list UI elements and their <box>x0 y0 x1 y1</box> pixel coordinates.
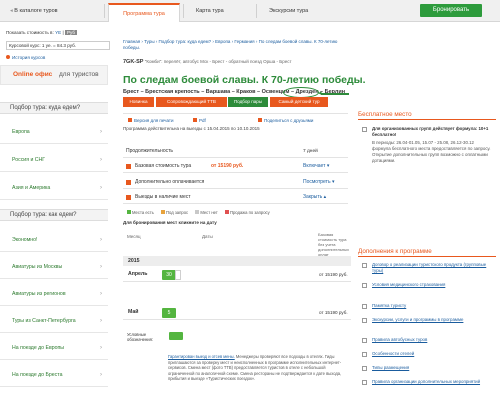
arrow-left-icon <box>321 93 349 95</box>
chevron-right-icon: › <box>100 291 102 297</box>
availability-checkbox[interactable] <box>126 195 131 200</box>
sidebar-item-air-regions[interactable]: Авиатуры из регионов › <box>0 282 108 306</box>
table-row: Май 5 от 15190 руб. <box>123 306 351 320</box>
availability-row[interactable]: Выезды в наличие мест Закрыть ▴ <box>123 191 348 204</box>
section-how-heading: Подбор тура: как едем? <box>0 209 108 221</box>
rate-display: Курсовой курс: 1 уе. = 84.3 руб. <box>6 41 110 50</box>
breadcrumb[interactable]: Главная › Туры › Подбор тура: куда едем?… <box>123 39 348 51</box>
sidebar-item-russia[interactable]: Россия и СНГ › <box>0 148 108 172</box>
currency-label: Показать стоимость в: YE | Руб <box>6 30 78 35</box>
chevron-right-icon: › <box>100 185 102 191</box>
share-link[interactable]: Поделиться с друзьями <box>258 118 313 123</box>
sidebar-item-europe[interactable]: Европа › <box>0 120 108 144</box>
online-office-banner[interactable]: Online офис для туристов <box>0 65 108 85</box>
sidebar-item-spb[interactable]: Туры из Санкт-Петербурга › <box>0 309 108 333</box>
sidebar-item-air-moscow[interactable]: Авиатуры из Москвы › <box>0 255 108 279</box>
tag-kids: Самый детский тур <box>270 97 328 107</box>
extra-checkbox[interactable] <box>362 380 367 385</box>
guarantee-block: Гарантирован выезд и отсев мены. Менедже… <box>168 354 342 381</box>
price-includes-link[interactable]: Включает ▾ <box>303 160 329 173</box>
print-version-link[interactable]: Версия для печати <box>128 118 174 123</box>
extra-checkbox[interactable] <box>362 283 367 288</box>
tag-new: Новинка <box>123 97 154 107</box>
badge-extension <box>175 270 181 280</box>
tab-map[interactable]: Карта тура <box>190 5 250 17</box>
history-link[interactable]: История курсов <box>6 55 45 60</box>
tab-excursions[interactable]: Экскурсии тура <box>263 5 333 17</box>
col-dates: Даты <box>202 234 213 239</box>
legend-caption: Условные обозначения: <box>127 332 154 342</box>
price-value: от 15190 руб. <box>211 163 244 169</box>
tab-program[interactable]: Программа тура <box>108 3 180 22</box>
back-to-catalog-link[interactable]: ◂ В каталоге туров <box>4 5 84 17</box>
guarantee-link[interactable]: Гарантирован выезд и отсев мены. <box>168 354 235 359</box>
extra-checkbox[interactable] <box>362 352 367 357</box>
extra-view-link[interactable]: Посмотреть ▾ <box>303 176 334 189</box>
tag-escort: Сопровождающий ТТВ <box>156 97 227 107</box>
section-where-heading: Подбор тура: куда едем? <box>0 102 108 114</box>
extra-checkbox[interactable] <box>362 338 367 343</box>
extras-heading: Дополнения к программе <box>358 248 496 257</box>
share-icon <box>258 118 262 122</box>
pdf-icon <box>193 118 197 122</box>
sidebar-item-train-europe[interactable]: На поезде до Европы › <box>0 336 108 360</box>
pdf-link[interactable]: Pdf <box>193 118 206 123</box>
sidebar-item-asia[interactable]: Азия и Америка › <box>0 176 108 200</box>
chevron-right-icon: › <box>100 372 102 378</box>
chevron-right-icon: › <box>100 129 102 135</box>
seats-note: Для бронирования мест кликните на дату <box>123 220 217 225</box>
currency-rub[interactable]: Руб <box>64 30 78 35</box>
chevron-right-icon: › <box>100 345 102 351</box>
history-icon <box>6 55 10 59</box>
print-icon <box>128 118 132 122</box>
col-base-price: Базовая стоимость тура без учета дополни… <box>318 232 350 257</box>
page-title: По следам боевой славы. К 70-летию побед… <box>123 74 366 86</box>
sidebar-item-train-brest[interactable]: На поезде до Бреста › <box>0 363 108 387</box>
year-row: 2015 <box>123 256 351 266</box>
chevron-right-icon: › <box>100 318 102 324</box>
tag-pair: Подбор пары <box>228 97 268 107</box>
extra-checkbox[interactable] <box>362 318 367 323</box>
book-button[interactable]: Бронировать <box>420 4 482 17</box>
table-row: Апрель 30 от 15190 руб. <box>123 268 351 282</box>
chevron-right-icon: › <box>100 157 102 163</box>
extra-checkbox[interactable] <box>362 366 367 371</box>
extra-checkbox[interactable] <box>362 304 367 309</box>
chevron-right-icon: › <box>100 264 102 270</box>
duration-row: Продолжительность 7 дней <box>123 145 348 158</box>
price-row[interactable]: Базовая стоимость тура от 15190 руб. Вкл… <box>123 160 348 173</box>
col-month: Месяц <box>127 234 141 239</box>
sidebar-item-economy[interactable]: Экономно! › <box>0 228 108 252</box>
top-navigation: ◂ В каталоге туров Программа тура Карта … <box>0 0 500 22</box>
date-badge-available[interactable]: 5 <box>162 308 176 318</box>
price-checkbox[interactable] <box>126 164 131 169</box>
extra-checkbox[interactable] <box>362 263 367 268</box>
chevron-right-icon: › <box>100 237 102 243</box>
arrowhead-icon: ◂ <box>318 90 322 97</box>
extra-checkbox[interactable] <box>126 180 131 185</box>
currency-ye[interactable]: YE <box>55 30 61 35</box>
availability-close-link[interactable]: Закрыть ▴ <box>303 191 326 204</box>
extra-payment-row[interactable]: Дополнительно оплачивается Посмотреть ▾ <box>123 176 348 189</box>
date-badge-available[interactable]: 30 <box>162 270 176 280</box>
free-seat-checkbox[interactable] <box>362 127 367 132</box>
validity-text: Программа действительна на выезды с 15.0… <box>123 126 260 131</box>
availability-legend: Места есть Под запрос Мест нет Продажа п… <box>127 210 270 215</box>
legend-badge <box>169 332 183 340</box>
free-seat-heading: Бесплатное место <box>358 111 496 120</box>
tour-meta: 7GK-SP "Комби": перелёт, автобус Мск - Б… <box>123 59 292 65</box>
